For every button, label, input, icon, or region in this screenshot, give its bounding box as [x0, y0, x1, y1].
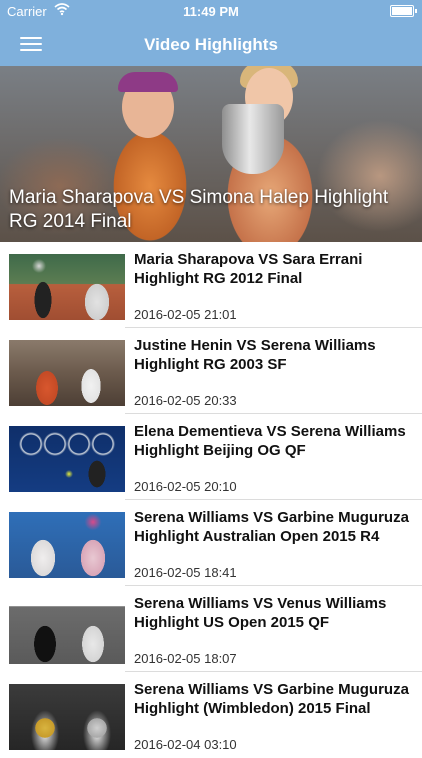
trophy-image [222, 104, 284, 174]
featured-video[interactable]: Maria Sharapova VS Simona Halep Highligh… [0, 66, 422, 242]
video-title: Serena Williams VS Garbine Muguruza High… [134, 681, 409, 717]
navigation-bar: Video Highlights [0, 22, 422, 66]
battery-fill [392, 7, 412, 15]
top-bar: Carrier 11:49 PM Video Highlights [0, 0, 422, 66]
video-date: 2016-02-05 18:41 [134, 565, 237, 580]
video-list-item[interactable]: Elena Dementieva VS Serena Williams High… [0, 414, 422, 500]
video-list-item[interactable]: Serena Williams VS Garbine Muguruza High… [0, 672, 422, 758]
video-title: Serena Williams VS Garbine Muguruza High… [134, 509, 409, 545]
status-bar: Carrier 11:49 PM [0, 0, 422, 22]
video-list-item[interactable]: Maria Sharapova VS Sara Errani Highlight… [0, 242, 422, 328]
video-thumbnail [9, 340, 125, 406]
video-date: 2016-02-05 20:33 [134, 393, 237, 408]
video-thumbnail [9, 684, 125, 750]
video-title: Maria Sharapova VS Sara Errani Highlight… [134, 251, 363, 287]
video-thumbnail [9, 512, 125, 578]
video-title: Elena Dementieva VS Serena Williams High… [134, 423, 406, 459]
video-list-item[interactable]: Serena Williams VS Venus Williams Highli… [0, 586, 422, 672]
video-date: 2016-02-05 18:07 [134, 651, 237, 666]
video-list-item[interactable]: Serena Williams VS Garbine Muguruza High… [0, 500, 422, 586]
video-thumbnail [9, 254, 125, 320]
video-list: Maria Sharapova VS Sara Errani Highlight… [0, 242, 422, 758]
featured-video-title: Maria Sharapova VS Simona Halep Highligh… [9, 187, 389, 232]
page-title: Video Highlights [144, 35, 278, 54]
video-date: 2016-02-05 20:10 [134, 479, 237, 494]
video-date: 2016-02-05 21:01 [134, 307, 237, 322]
video-thumbnail [9, 598, 125, 664]
video-thumbnail [9, 426, 125, 492]
video-list-item[interactable]: Justine Henin VS Serena Williams Highlig… [0, 328, 422, 414]
status-time: 11:49 PM [183, 4, 239, 19]
video-title: Serena Williams VS Venus Williams Highli… [134, 595, 387, 631]
video-title: Justine Henin VS Serena Williams Highlig… [134, 337, 376, 373]
battery-icon [390, 5, 417, 17]
